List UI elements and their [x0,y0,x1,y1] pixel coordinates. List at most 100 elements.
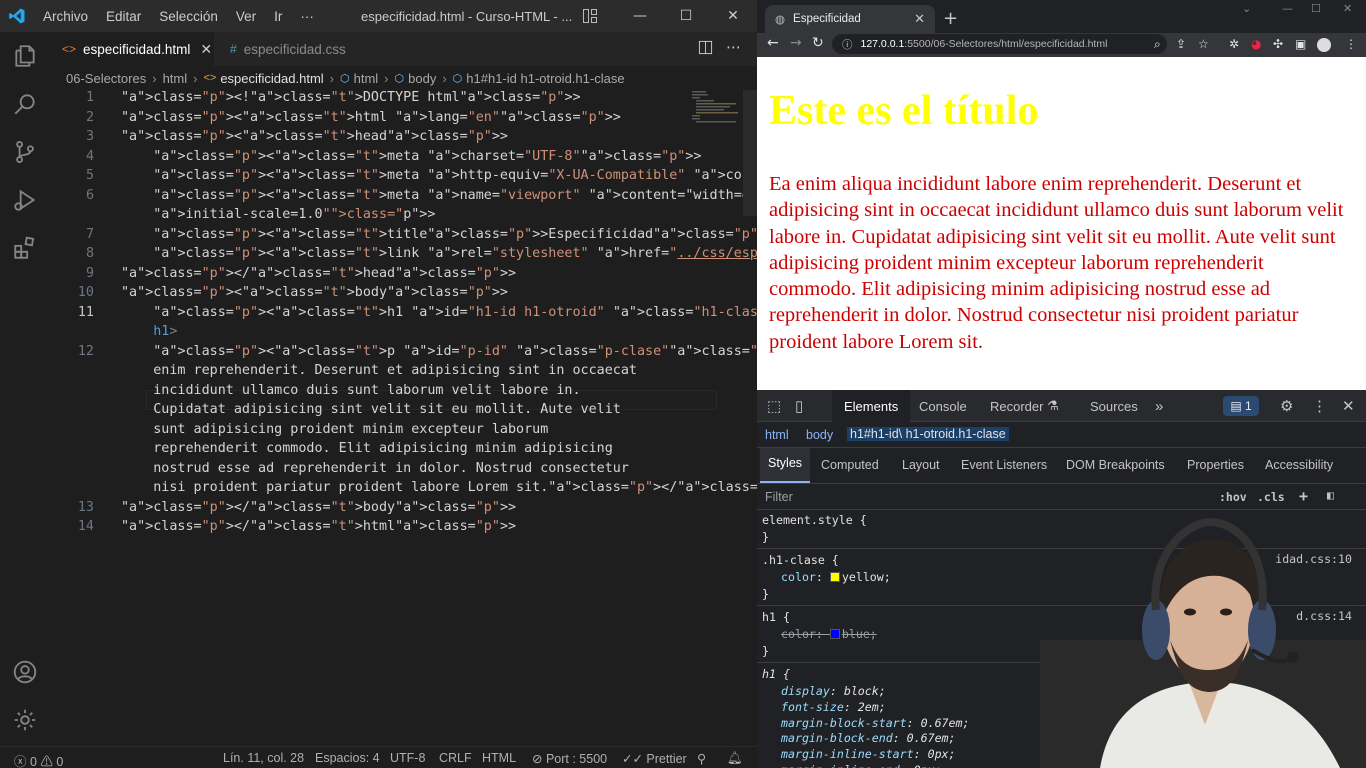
bookmark-star-icon[interactable]: ☆ [1198,37,1209,51]
code-line[interactable]: incididunt ullamco duis sunt laborum vel… [50,381,743,401]
address-bar[interactable]: ⓘ 127.0.0.1:5500/06-Selectores/html/espe… [832,34,1167,54]
user-agent-decl[interactable]: font-size: 2em; [781,699,886,715]
code-line[interactable]: Cupidatat adipisicing sint velit sit eu … [50,400,743,420]
code-line[interactable]: 14 "a">class="p"></"a">class="t">html"a">… [50,517,743,537]
extensions-icon[interactable] [0,224,50,272]
forward-arrow-icon[interactable]: → [790,35,802,51]
code-line[interactable]: 7 "a">class="p"><"a">class="t">title"a">… [50,225,1056,245]
encoding[interactable]: UTF-8 [390,751,425,765]
zoom-icon[interactable]: ⌕ [1154,37,1161,52]
breadcrumb-item[interactable]: html [163,71,188,86]
menu-editar[interactable]: Editar [97,9,150,24]
code-line[interactable]: nisi proident pariatur proident labore L… [50,478,919,498]
minimize-icon[interactable]: — [617,0,663,32]
live-server-port[interactable]: ⊘ Port : 5500 [532,751,607,766]
site-info-icon[interactable]: ⓘ [842,37,853,52]
account-icon[interactable] [0,648,50,696]
run-debug-icon[interactable] [0,176,50,224]
code-line[interactable]: nostrud esse ad reprehenderit in dolor. … [50,459,743,479]
code-editor[interactable]: 1 "a">class="p"><!"a">class="t">DOCTYPE h… [50,88,1056,744]
tab-recorder[interactable]: Recorder ⚗ [990,390,1059,422]
layout-icon[interactable] [567,0,613,32]
extension-icon[interactable]: ✲ [1229,37,1239,51]
close-tab-icon[interactable]: ✕ [914,11,925,27]
subtab-accessibility[interactable]: Accessibility [1265,458,1333,472]
h1-clase-color-decl[interactable]: color: yellow; [781,569,891,585]
close-tab-icon[interactable]: ✕ [200,41,212,58]
code-line[interactable]: 5 "a">class="p"><"a">class="t">meta "a">… [50,166,984,186]
subtab-dom-breakpoints[interactable]: DOM Breakpoints [1066,458,1165,472]
cursor-position[interactable]: Lín. 11, col. 28 [223,751,304,765]
cls-toggle[interactable]: .cls [1257,490,1285,504]
menu-more[interactable]: ··· [291,9,323,24]
new-rule-plus-icon[interactable]: + [1299,487,1308,505]
dom-crumb-h1[interactable]: h1#h1-id\ h1-otroid.h1-clase [847,427,1009,441]
split-editor-icon[interactable] [698,40,713,59]
inspect-element-icon[interactable]: ⬚ [767,397,781,415]
hov-toggle[interactable]: :hov [1219,490,1247,504]
device-toolbar-icon[interactable]: ▯ [795,397,803,415]
code-line[interactable]: enim reprehenderit. Deserunt et adipisic… [50,361,743,381]
breadcrumb-item[interactable]: especificidad.html [220,71,323,86]
reload-icon[interactable]: ↻ [812,35,824,51]
code-line[interactable]: 8 "a">class="p"><"a">class="t">link "a">… [50,244,1000,264]
close-window-icon[interactable]: ✕ [1343,2,1352,15]
code-line[interactable]: 1 "a">class="p"><!"a">class="t">DOCTYPE h… [50,88,743,108]
editor-scrollbar[interactable] [743,90,757,216]
color-swatch[interactable] [829,629,840,639]
code-line[interactable]: 12 "a">class="p"><"a">class="t">p "a">id… [50,342,1048,362]
tab-search-chevron-icon[interactable]: ⌄ [1242,2,1251,15]
user-agent-decl[interactable]: margin-block-start: 0.67em; [781,715,969,731]
dom-crumb-body[interactable]: body [806,428,833,442]
subtab-styles[interactable]: Styles [760,448,811,483]
more-actions-icon[interactable]: ⋯ [726,38,741,56]
settings-gear-icon[interactable]: ⚙ [1280,397,1293,415]
code-line[interactable]: 9 "a">class="p"></"a">class="t">head"a">c… [50,264,743,284]
maximize-icon[interactable]: ☐ [1311,2,1321,15]
h1-color-decl-overridden[interactable]: color: blue; [781,626,877,642]
tab-sources[interactable]: Sources [1090,390,1138,422]
minimap[interactable] [690,90,740,124]
tab-especificidad-css[interactable]: # especificidad.css [218,32,368,66]
dom-crumb-html[interactable]: html [765,428,789,442]
browser-menu-icon[interactable]: ⋮ [1345,37,1357,51]
h1-selector[interactable]: h1 { [762,609,790,625]
new-tab-icon[interactable]: + [943,8,958,29]
color-swatch[interactable] [829,572,840,582]
problems-indicator[interactable]: ⓧ 0 ⚠ 0 [14,751,63,768]
breadcrumb-item[interactable]: 06-Selectores [66,71,146,86]
side-panel-icon[interactable]: ▣ [1295,37,1306,51]
devtools-menu-icon[interactable]: ⋮ [1312,397,1327,415]
issues-badge[interactable]: ▤ 1 [1223,396,1259,416]
styles-filter-input[interactable]: Filter [765,490,793,504]
code-line[interactable]: 10 "a">class="p"><"a">class="t">body"a">c… [50,283,743,303]
close-window-icon[interactable]: ✕ [710,0,756,32]
close-devtools-icon[interactable]: ✕ [1342,397,1355,415]
share-icon[interactable]: ⇪ [1176,37,1186,51]
explorer-icon[interactable] [0,32,50,80]
code-line[interactable]: h1> [50,322,743,342]
toggle-sidebar-icon[interactable]: ◧ [1327,488,1334,502]
code-line[interactable]: 13 "a">class="p"></"a">class="t">body"a">… [50,498,743,518]
subtab-event-listeners[interactable]: Event Listeners [961,458,1047,472]
code-line[interactable]: sunt adipisicing proident minim excepteu… [50,420,743,440]
end-of-line[interactable]: CRLF [439,751,472,765]
tab-elements[interactable]: Elements [832,390,911,422]
code-line[interactable]: reprehenderit commodo. Elit adipisicing … [50,439,743,459]
prettier-status[interactable]: ✓✓ Prettier [622,751,687,766]
user-agent-decl[interactable]: margin-block-end: 0.67em; [781,730,956,746]
subtab-properties[interactable]: Properties [1187,458,1244,472]
breadcrumb-item[interactable]: html [354,71,379,86]
user-agent-h1-selector[interactable]: h1 { [762,666,790,682]
extensions-puzzle-icon[interactable]: ✣ [1273,37,1283,51]
menu-ir[interactable]: Ir [265,9,291,24]
h1-clase-selector[interactable]: .h1-clase { [762,552,839,568]
menu-ver[interactable]: Ver [227,9,265,24]
code-line[interactable]: 4 "a">class="p"><"a">class="t">meta "a">… [50,147,743,167]
breadcrumb-item[interactable]: body [408,71,436,86]
code-line[interactable]: "a">initial-scale=1.0"">class="p">> [50,205,743,225]
settings-gear-icon[interactable] [0,696,50,744]
code-line[interactable]: 2 "a">class="p"><"a">class="t">html "a">l… [50,108,743,128]
color-extension-icon[interactable]: ◕ [1251,37,1261,51]
code-line[interactable]: 11 "a">class="p"><"a">class="t">h1 "a">i… [50,303,1048,323]
